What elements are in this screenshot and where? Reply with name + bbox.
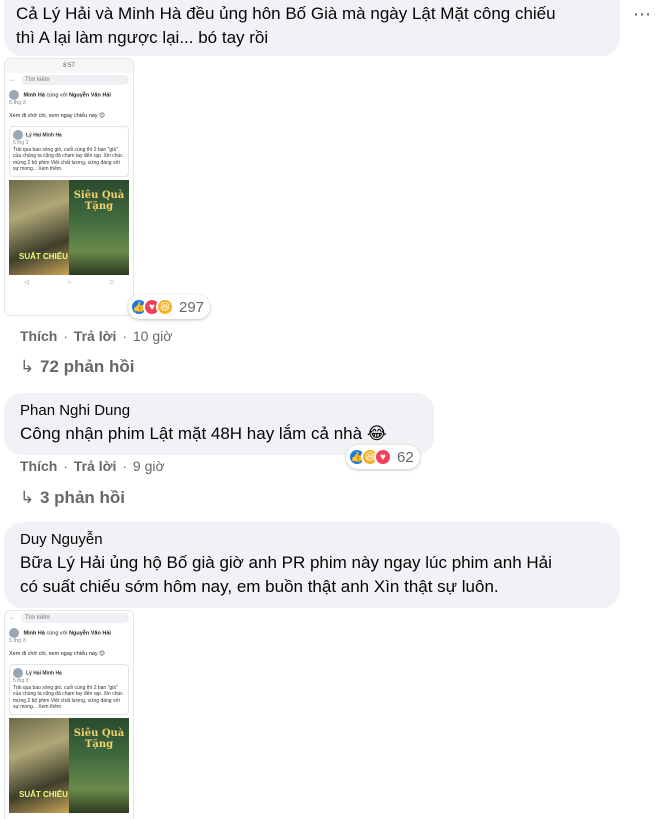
phone-status-bar: 8:57 — [5, 59, 133, 73]
phone-nav-bar: ◁ ○ □ — [5, 275, 133, 291]
love-reaction-icon: ♥ — [374, 448, 392, 466]
reaction-summary[interactable]: 👍 ♥ 😆 297 — [128, 295, 211, 319]
phone-search-bar: ← Tìm kiếm — [5, 73, 133, 87]
more-options-icon[interactable]: ⋯ — [630, 2, 654, 26]
reaction-count: 297 — [179, 298, 205, 316]
shared-post: Lý Hai Minh Ha 5 thg 3 Trải qua bao sóng… — [9, 664, 129, 715]
embedded-post-header: Minh Hà cùng với Nguyễn Văn Hải 5 thg 3 — [5, 87, 133, 110]
comment-author[interactable]: Duy Nguyễn — [20, 530, 608, 549]
comment-bubble: Duy Nguyễn Bữa Lý Hải ủng hộ Bố già giờ … — [4, 522, 620, 608]
comment-text: Công nhận phim Lật mặt 48H hay lắm cả nh… — [20, 424, 387, 443]
poster-lat-mat: SUẤT CHIẾU — [9, 179, 69, 275]
haha-reaction-icon: 😆 — [156, 298, 174, 316]
nav-home-icon: ○ — [67, 279, 72, 286]
view-replies[interactable]: ↳ 3 phản hồi — [20, 488, 125, 508]
movie-posters: SUẤT CHIẾU Siêu Quà Tặng — [9, 717, 129, 813]
comment-image-attachment[interactable]: ← Tìm kiếm Minh Hà cùng với Nguyễn Văn H… — [4, 610, 134, 819]
reply-action[interactable]: Trả lời — [74, 328, 117, 344]
poster-lat-mat: SUẤT CHIẾU — [9, 717, 69, 813]
reaction-summary[interactable]: 👍 😆 ♥ 62 — [346, 445, 420, 469]
reply-arrow-icon: ↳ — [20, 357, 35, 376]
view-replies[interactable]: ↳ 72 phản hồi — [20, 357, 134, 377]
avatar — [9, 90, 19, 100]
comment-actions: Thích · Trả lời · 10 giờ — [20, 328, 173, 344]
search-input: Tìm kiếm — [21, 75, 129, 85]
avatar — [13, 668, 23, 678]
timestamp[interactable]: 10 giờ — [133, 328, 173, 344]
comment-text: Bữa Lý Hải ủng hộ Bố già giờ anh PR phim… — [20, 553, 552, 596]
reply-action[interactable]: Trả lời — [74, 458, 117, 474]
comment-bubble: Cả Lý Hải và Minh Hà đều ủng hôn Bố Già … — [4, 0, 620, 56]
reaction-count: 62 — [397, 448, 414, 466]
embedded-post-text: Xem đi chờ chi, xem ngay chiếu nay 😊 — [9, 651, 105, 657]
back-arrow-icon: ← — [9, 77, 15, 83]
embedded-post-header: Minh Hà cùng với Nguyễn Văn Hải 5 thg 3 — [5, 625, 133, 648]
like-action[interactable]: Thích — [20, 328, 57, 344]
avatar — [13, 130, 23, 140]
reply-arrow-icon: ↳ — [20, 488, 35, 507]
comment-author[interactable]: Phan Nghi Dung — [20, 401, 422, 420]
shared-post: Lý Hai Minh Ha 5 thg 3 Trải qua bao sóng… — [9, 126, 129, 177]
like-action[interactable]: Thích — [20, 458, 57, 474]
poster-bo-gia: Siêu Quà Tặng — [69, 717, 129, 813]
embedded-post-text: Xem đi chờ chi, xem ngay chiếu nay 😊 — [9, 113, 105, 119]
search-input: Tìm kiếm — [21, 613, 129, 623]
comment-text: Cả Lý Hải và Minh Hà đều ủng hôn Bố Già … — [16, 4, 556, 47]
avatar — [9, 628, 19, 638]
comment-actions: Thích · Trả lời · 9 giờ — [20, 458, 165, 474]
poster-bo-gia: Siêu Quà Tặng — [69, 179, 129, 275]
back-arrow-icon: ← — [9, 615, 15, 621]
phone-search-bar: ← Tìm kiếm — [5, 611, 133, 625]
nav-recent-icon: □ — [110, 279, 114, 286]
comment-image-attachment[interactable]: 8:57 ← Tìm kiếm Minh Hà cùng với Nguyễn … — [4, 58, 134, 316]
timestamp[interactable]: 9 giờ — [133, 458, 165, 474]
movie-posters: SUẤT CHIẾU Siêu Quà Tặng — [9, 179, 129, 275]
nav-back-icon: ◁ — [24, 280, 29, 286]
